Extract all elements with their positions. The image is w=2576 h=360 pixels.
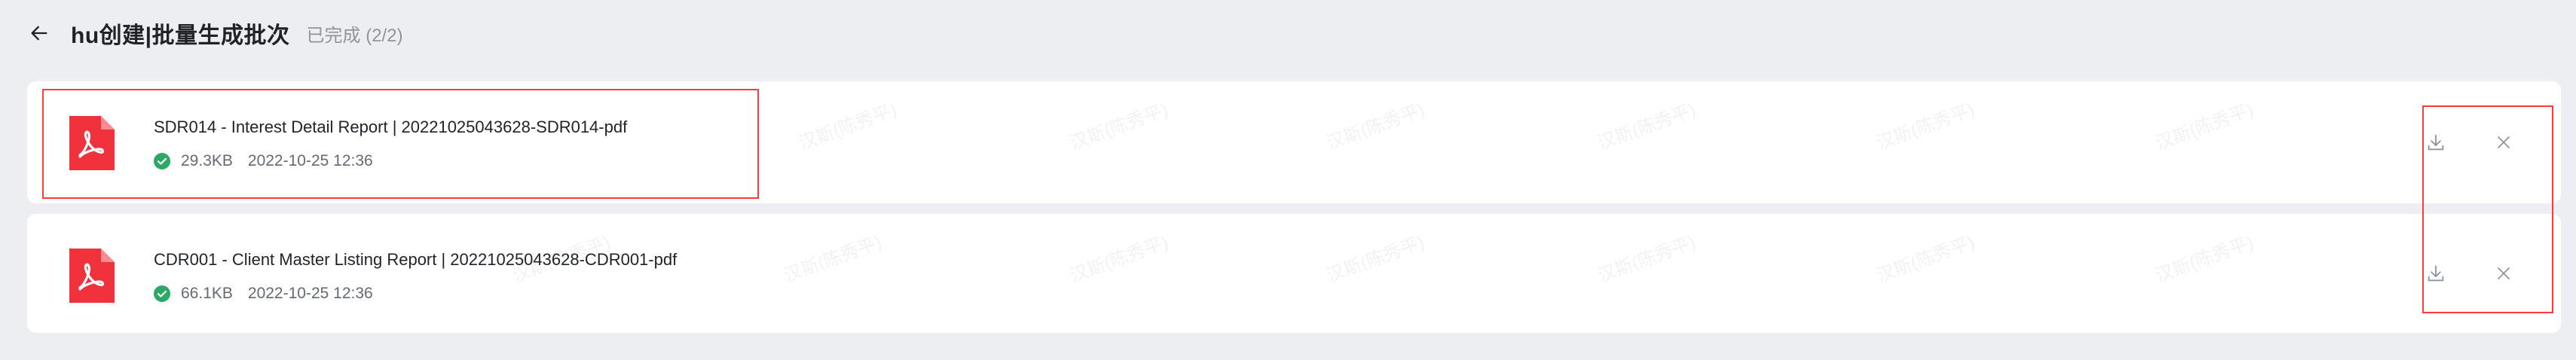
download-button[interactable] [2419, 257, 2452, 290]
file-meta: 66.1KB 2022-10-25 12:36 [154, 285, 677, 303]
file-name[interactable]: SDR014 - Interest Detail Report | 202210… [154, 117, 627, 137]
file-meta: 29.3KB 2022-10-25 12:36 [154, 152, 627, 170]
watermark: 汉斯(陈秀平) [1323, 99, 1427, 154]
page-header: hu创建|批量生成批次 已完成 (2/2) [23, 12, 403, 54]
watermark: 汉斯(陈秀平) [1595, 99, 1699, 154]
check-circle-icon [154, 153, 170, 169]
watermark: 汉斯(陈秀平) [1874, 232, 1978, 287]
watermark: 汉斯(陈秀平) [1874, 99, 1978, 154]
file-size: 29.3KB [181, 152, 233, 169]
page-title: hu创建|批量生成批次 [71, 23, 290, 48]
watermark: 汉斯(陈秀平) [1067, 99, 1171, 154]
close-icon [2498, 267, 2510, 279]
watermark: 汉斯(陈秀平) [1595, 232, 1699, 287]
file-info: CDR001 - Client Master Listing Report | … [154, 250, 677, 303]
watermark: 汉斯(陈秀平) [781, 232, 885, 287]
file-timestamp: 2022-10-25 12:36 [247, 152, 373, 169]
file-info: SDR014 - Interest Detail Report | 202210… [154, 117, 627, 170]
batch-detail-page: hu创建|批量生成批次 已完成 (2/2) 汉斯(陈秀平) 汉斯(陈秀平) 汉斯… [0, 0, 2576, 360]
download-button[interactable] [2419, 126, 2452, 159]
file-item: 汉斯(陈秀平) 汉斯(陈秀平) 汉斯(陈秀平) 汉斯(陈秀平) 汉斯(陈秀平) … [27, 214, 2561, 333]
file-name[interactable]: CDR001 - Client Master Listing Report | … [154, 250, 677, 270]
check-circle-icon [154, 285, 170, 302]
remove-button[interactable] [2487, 257, 2520, 290]
pdf-file-icon [69, 249, 115, 303]
back-button[interactable] [23, 17, 56, 50]
file-item: 汉斯(陈秀平) 汉斯(陈秀平) 汉斯(陈秀平) 汉斯(陈秀平) 汉斯(陈秀平) … [27, 81, 2561, 203]
remove-button[interactable] [2487, 126, 2520, 159]
file-size: 66.1KB [181, 285, 233, 302]
close-icon [2498, 136, 2510, 148]
watermark: 汉斯(陈秀平) [2152, 232, 2256, 287]
download-icon [2428, 134, 2444, 151]
download-icon [2428, 265, 2444, 282]
arrow-left-icon [31, 26, 47, 41]
pdf-file-icon [69, 116, 115, 170]
file-timestamp: 2022-10-25 12:36 [247, 285, 373, 302]
watermark: 汉斯(陈秀平) [2152, 99, 2256, 154]
watermark: 汉斯(陈秀平) [796, 99, 900, 154]
file-actions [2419, 214, 2520, 333]
watermark: 汉斯(陈秀平) [1323, 232, 1427, 287]
file-actions [2419, 81, 2520, 203]
batch-status: 已完成 (2/2) [306, 25, 403, 46]
file-list: 汉斯(陈秀平) 汉斯(陈秀平) 汉斯(陈秀平) 汉斯(陈秀平) 汉斯(陈秀平) … [27, 81, 2561, 343]
watermark: 汉斯(陈秀平) [1067, 232, 1171, 287]
